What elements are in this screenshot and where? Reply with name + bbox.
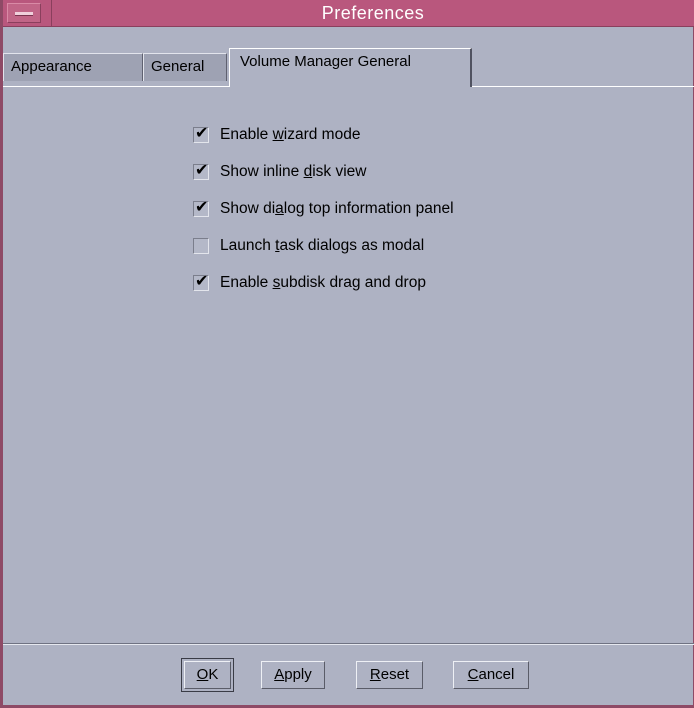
option-enable-subdisk-drag-and-drop[interactable]: ✔ Enable subdisk drag and drop (193, 272, 426, 294)
option-label: Enable wizard mode (220, 126, 361, 143)
preferences-window: Preferences Appearance General Volume Ma… (0, 0, 694, 708)
option-launch-task-dialogs-as-modal[interactable]: Launch task dialogs as modal (193, 235, 424, 257)
apply-button[interactable]: Apply (261, 661, 325, 689)
tab-strip: Appearance General Volume Manager Genera… (3, 27, 694, 87)
footer-separator-highlight (3, 644, 694, 645)
cancel-button[interactable]: Cancel (453, 661, 529, 689)
checkbox-show-dialog-top-information-panel[interactable]: ✔ (193, 199, 209, 217)
checkbox-launch-task-dialogs-as-modal[interactable] (193, 238, 209, 254)
checkmark-icon: ✔ (195, 162, 209, 179)
tab-panel-volume-manager-general: ✔ Enable wizard mode ✔ Show inline disk … (3, 87, 694, 643)
tab-volume-manager-general[interactable]: Volume Manager General (229, 48, 472, 87)
ok-button[interactable]: OK (181, 658, 234, 692)
checkbox-enable-wizard-mode[interactable]: ✔ (193, 125, 209, 143)
window-title: Preferences (321, 3, 425, 23)
title-bar[interactable]: Preferences (3, 0, 694, 27)
checkmark-icon: ✔ (195, 199, 209, 216)
option-show-dialog-top-information-panel[interactable]: ✔ Show dialog top information panel (193, 198, 454, 220)
option-enable-wizard-mode[interactable]: ✔ Enable wizard mode (193, 124, 360, 146)
checkbox-enable-subdisk-drag-and-drop[interactable]: ✔ (193, 273, 209, 291)
checkmark-icon: ✔ (195, 125, 209, 142)
window-menu-button[interactable] (7, 3, 41, 23)
checkbox-show-inline-disk-view[interactable]: ✔ (193, 162, 209, 180)
checkmark-icon: ✔ (195, 273, 209, 290)
option-label: Launch task dialogs as modal (220, 237, 425, 254)
tab-appearance[interactable]: Appearance (3, 53, 143, 81)
option-label: Enable subdisk drag and drop (220, 274, 426, 291)
option-show-inline-disk-view[interactable]: ✔ Show inline disk view (193, 161, 366, 183)
option-label: Show inline disk view (220, 163, 367, 180)
window-menu-icon (15, 12, 33, 16)
tab-general[interactable]: General (143, 53, 227, 81)
option-label: Show dialog top information panel (220, 200, 454, 217)
reset-button[interactable]: Reset (356, 661, 423, 689)
